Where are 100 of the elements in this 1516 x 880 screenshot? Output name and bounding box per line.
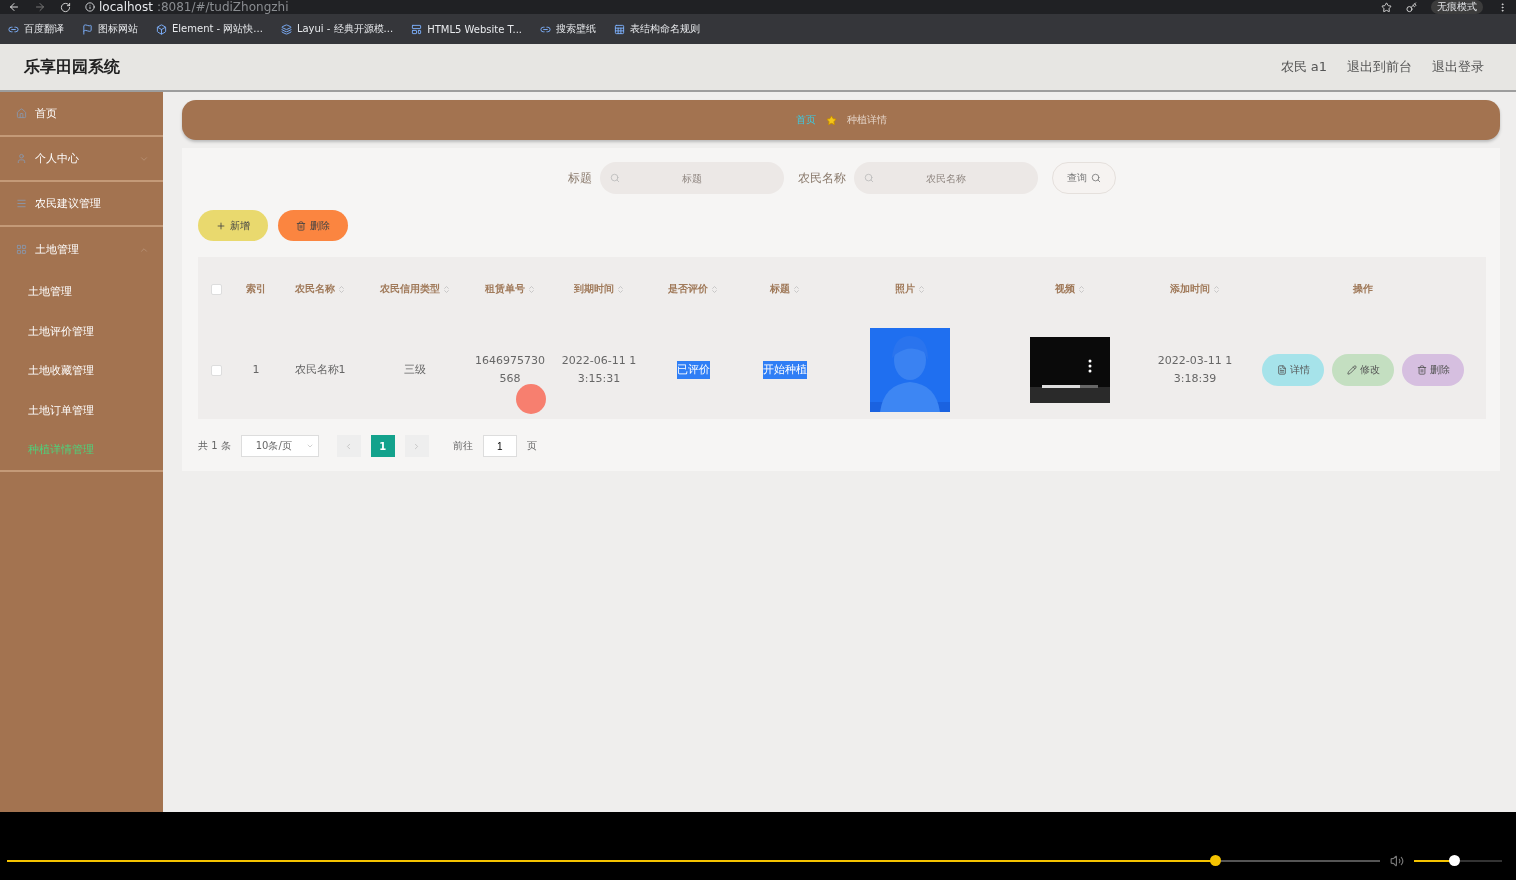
sheet-icon	[614, 23, 626, 35]
total-count: 共 1 条	[198, 439, 231, 453]
click-indicator	[516, 384, 546, 414]
info-icon	[85, 2, 95, 12]
cube-icon	[156, 23, 167, 35]
row-checkbox[interactable]	[210, 364, 222, 376]
column-header[interactable]: 到期时间	[552, 282, 646, 296]
sidebar-subitem[interactable]: 土地评价管理	[0, 311, 163, 351]
chevron-icon	[305, 442, 314, 450]
table-cell-text: 2022-03-11 13:18:39	[1156, 353, 1234, 387]
search-icon	[610, 173, 620, 183]
column-header[interactable]: 标题	[740, 282, 830, 296]
sort-icon[interactable]	[526, 284, 536, 294]
table-cell-text: 1646975730568	[474, 353, 546, 387]
sort-icon[interactable]	[1076, 284, 1086, 294]
table-cell-text: 1	[252, 362, 260, 378]
sort-icon[interactable]	[336, 284, 346, 294]
delete-button[interactable]: 删除	[1402, 354, 1464, 386]
header-link[interactable]: 退出登录	[1432, 58, 1484, 76]
table-cell-text: 2022-06-11 13:15:31	[560, 353, 638, 387]
search-icon	[864, 173, 874, 183]
field-label: 标题	[568, 169, 592, 187]
sidebar-item[interactable]: 农民建议管理	[0, 182, 163, 227]
bookmark[interactable]: 表结构命名规则	[614, 22, 701, 36]
page-size-select[interactable]: 10条/页	[240, 435, 319, 457]
delete-button[interactable]: 删除	[278, 210, 348, 241]
field-label: 农民名称	[798, 169, 846, 187]
next-page-button[interactable]	[404, 435, 429, 457]
flag-icon	[82, 23, 93, 35]
sort-icon[interactable]	[615, 284, 625, 294]
column-header[interactable]: 操作	[1240, 282, 1486, 296]
table-cell-text: 农民名称1	[294, 362, 346, 378]
address-field[interactable]: localhost :8081/#/tudiZhongzhi	[85, 0, 1367, 14]
query-button[interactable]: 查询	[1052, 162, 1116, 194]
goto-label: 前往	[452, 439, 473, 453]
sort-icon[interactable]	[916, 284, 926, 294]
profile-chip[interactable]: 无痕模式	[1431, 0, 1483, 14]
sort-icon[interactable]	[709, 284, 719, 294]
volume-icon[interactable]	[1390, 854, 1404, 868]
sidebar-subitem[interactable]: 种植详情管理	[0, 430, 163, 470]
reload-icon[interactable]	[60, 1, 71, 13]
key-icon[interactable]	[1406, 1, 1417, 13]
sort-icon[interactable]	[441, 284, 451, 294]
bookmark[interactable]: 百度翻译	[8, 22, 64, 36]
trash-icon	[1416, 365, 1427, 375]
volume-handle[interactable]	[1448, 855, 1460, 866]
table-cell: 已评价	[676, 361, 710, 379]
breadcrumb-link[interactable]: 首页	[795, 113, 816, 127]
page-number[interactable]: 1	[370, 435, 395, 457]
sidebar-item[interactable]: 个人中心	[0, 137, 163, 182]
sort-icon[interactable]	[1211, 284, 1221, 294]
sort-icon[interactable]	[791, 284, 801, 294]
table-cell-text: 三级	[404, 362, 426, 378]
breadcrumb-link[interactable]: 种植详情	[846, 113, 887, 127]
sidebar-item[interactable]: 首页	[0, 92, 163, 137]
menu-icon	[16, 198, 27, 209]
sidebar-item[interactable]: 土地管理	[0, 227, 163, 272]
app-title: 乐享田园系统	[24, 56, 120, 78]
user-icon	[16, 153, 27, 164]
progress-handle[interactable]	[1210, 855, 1222, 866]
column-header[interactable]: 索引	[234, 282, 278, 296]
home-icon	[16, 108, 27, 119]
search-field[interactable]: 农民名称	[854, 162, 1038, 194]
select-all-checkbox[interactable]	[210, 283, 222, 295]
header-link[interactable]: 退出到前台	[1347, 58, 1412, 76]
page-input[interactable]: 1	[482, 435, 517, 457]
back-icon[interactable]	[8, 1, 20, 13]
bookmark[interactable]: Layui - 经典开源模...	[280, 22, 394, 36]
header-link[interactable]: 农民 a1	[1280, 58, 1327, 76]
plus-icon	[216, 220, 226, 231]
table-cell: 开始种植	[763, 361, 807, 379]
search-icon	[1091, 173, 1101, 183]
column-header[interactable]: 照片	[830, 282, 990, 296]
column-header[interactable]: 添加时间	[1150, 282, 1240, 296]
sidebar-subitem[interactable]: 土地收藏管理	[0, 351, 163, 391]
forward-icon[interactable]	[34, 1, 46, 13]
page-unit: 页	[526, 439, 537, 453]
column-header[interactable]: 农民信用类型	[362, 282, 468, 296]
grid-icon	[16, 244, 27, 255]
column-header[interactable]: 视频	[990, 282, 1150, 296]
sidebar-subitem[interactable]: 土地管理	[0, 272, 163, 312]
document-icon	[1276, 365, 1287, 375]
edit-button[interactable]: 修改	[1332, 354, 1394, 386]
star-icon	[825, 114, 837, 126]
detail-button[interactable]: 详情	[1262, 354, 1324, 386]
bookmark[interactable]: 图标网站	[82, 22, 138, 36]
search-field[interactable]: 标题	[600, 162, 784, 194]
prev-page-button[interactable]	[336, 435, 361, 457]
column-header[interactable]: 农民名称	[278, 282, 362, 296]
trash-icon	[296, 220, 306, 231]
sidebar-subitem[interactable]: 土地订单管理	[0, 390, 163, 430]
pencil-icon	[1346, 365, 1357, 375]
bookmark[interactable]: 搜索壁纸	[540, 22, 597, 36]
column-header[interactable]: 是否评价	[646, 282, 740, 296]
star-icon[interactable]	[1381, 1, 1392, 13]
layers-icon	[280, 23, 292, 35]
bookmark[interactable]: Element - 网站快...	[156, 22, 263, 36]
column-header[interactable]: 租赁单号	[468, 282, 552, 296]
add-button[interactable]: 新增	[198, 210, 268, 241]
bookmark[interactable]: HTML5 Website T...	[411, 23, 523, 35]
